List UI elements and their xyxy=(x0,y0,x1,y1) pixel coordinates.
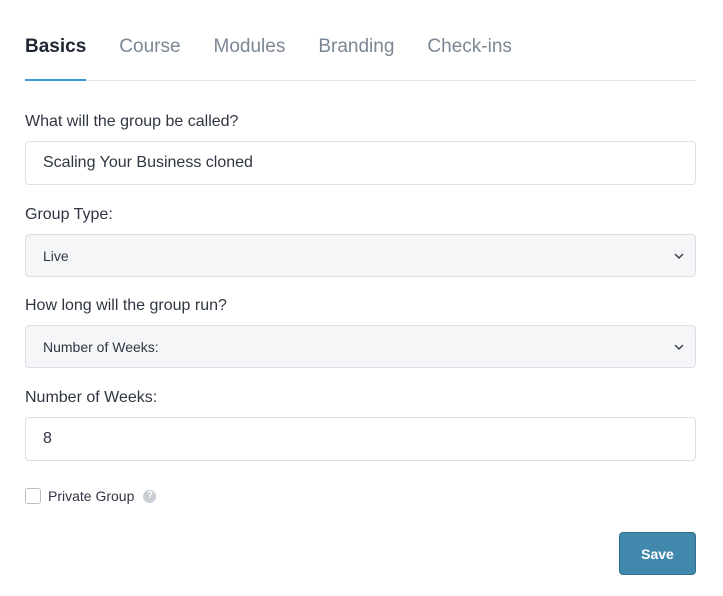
duration-select[interactable]: Number of Weeks: xyxy=(25,325,696,368)
tab-basics[interactable]: Basics xyxy=(25,36,87,81)
private-group-checkbox[interactable] xyxy=(25,488,41,504)
tab-course[interactable]: Course xyxy=(119,36,180,80)
chevron-down-icon xyxy=(674,344,684,350)
question-circle-icon[interactable]: ? xyxy=(143,489,157,503)
group-type-label: Group Type: xyxy=(25,206,113,223)
private-group-row: Private Group ? xyxy=(25,487,157,505)
group-name-label: What will the group be called? xyxy=(25,113,239,130)
group-type-value: Live xyxy=(43,247,69,264)
group-type-select[interactable]: Live xyxy=(25,234,696,277)
duration-value: Number of Weeks: xyxy=(43,338,159,355)
private-group-label: Private Group xyxy=(48,488,135,504)
save-button[interactable]: Save xyxy=(619,532,696,575)
weeks-input[interactable] xyxy=(25,417,696,461)
group-name-input[interactable] xyxy=(25,141,696,185)
group-settings-page: Basics Course Modules Branding Check-ins… xyxy=(0,0,723,596)
chevron-down-icon xyxy=(674,253,684,259)
tab-check-ins[interactable]: Check-ins xyxy=(427,36,511,80)
tab-branding[interactable]: Branding xyxy=(318,36,394,80)
tab-modules[interactable]: Modules xyxy=(214,36,286,80)
weeks-label: Number of Weeks: xyxy=(25,389,158,406)
tab-bar: Basics Course Modules Branding Check-ins xyxy=(25,0,696,81)
duration-label: How long will the group run? xyxy=(25,297,227,314)
